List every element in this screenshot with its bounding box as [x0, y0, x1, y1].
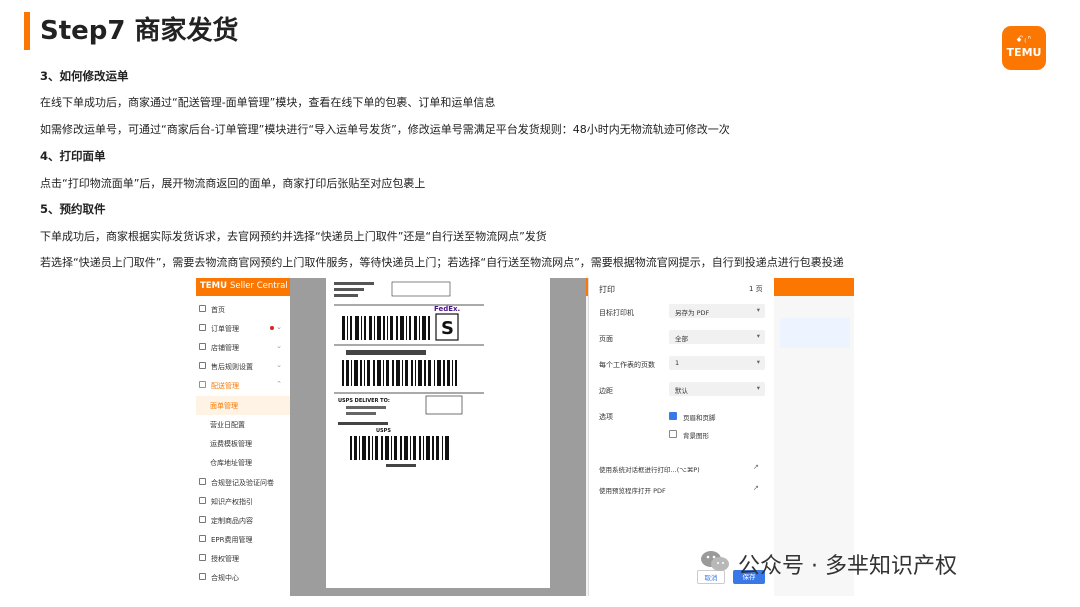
open-preview-link[interactable]: 使用预览程序打开 PDF: [599, 485, 666, 495]
aftersales-icon: [199, 362, 206, 369]
sidebar-item-authorization[interactable]: 授权管理: [196, 549, 290, 568]
sidebar-item-label-management[interactable]: 面单管理: [196, 396, 290, 415]
pages-label: 页面: [599, 335, 613, 343]
paragraph: 点击“打印物流面单”后，展开物流商返回的面单，商家打印后张贴至对应包裹上: [40, 177, 426, 190]
home-icon: [199, 305, 206, 312]
options-label: 选项: [599, 413, 613, 421]
sidebar-item-shipping-templates[interactable]: 运费模板管理: [196, 434, 290, 453]
printer-label: 目标打印机: [599, 309, 634, 317]
background-graphics-checkbox[interactable]: [669, 430, 677, 438]
page-count: 1 页: [749, 285, 763, 293]
compliance-icon: [199, 478, 206, 485]
pages-select[interactable]: 全部 ▾: [669, 330, 765, 344]
usps-label: USPS: [376, 428, 391, 434]
ip-icon: [199, 497, 206, 504]
store-icon: [199, 343, 206, 350]
chevron-down-icon: ⌄: [276, 323, 282, 331]
sidebar-item-orders[interactable]: 订单管理 ⌄: [196, 319, 290, 338]
print-title: 打印: [599, 285, 615, 294]
margins-select[interactable]: 默认 ▾: [669, 382, 765, 396]
background-graphics-label: 背景图形: [683, 432, 709, 440]
label-letter: S: [441, 318, 454, 339]
section-heading-print: 4、打印面单: [40, 149, 106, 163]
sidebar-item-business-days[interactable]: 营业日配置: [196, 415, 290, 434]
truck-icon: [199, 381, 206, 388]
chevron-down-icon: ⌄: [276, 361, 282, 369]
wechat-icon: [701, 551, 729, 571]
sidebar-item-warehouse[interactable]: 仓库地址管理: [196, 453, 290, 472]
headers-footers-checkbox[interactable]: [669, 412, 677, 420]
logo-icons: ꗃ₍ᐢ: [1016, 35, 1032, 45]
fedex-logo: FedEx.: [434, 305, 460, 313]
paragraph: 在线下单成功后，商家通过“配送管理-面单管理”模块，查看在线下单的包裹、订单和运…: [40, 96, 496, 109]
chevron-up-icon: ⌃: [276, 380, 282, 388]
shipping-label-page: FedEx. S USPS DELIVER TO: USPS: [326, 278, 550, 588]
custom-icon: [199, 516, 206, 523]
paragraph: 下单成功后，商家根据实际发货诉求，去官网预约并选择“快递员上门取件”还是“自行送…: [40, 230, 547, 243]
pages-per-sheet-select[interactable]: 1 ▾: [669, 356, 765, 370]
external-link-icon: ↗: [753, 484, 759, 492]
watermark-text: 公众号 · 多芈知识产权: [738, 554, 957, 579]
margins-label: 边距: [599, 387, 613, 395]
sidebar-item-compliance-register[interactable]: 合规登记及验证问卷: [196, 473, 290, 492]
usps-deliver-to: USPS DELIVER TO:: [338, 398, 390, 404]
sidebar-item-compliance-center[interactable]: 合规中心: [196, 568, 290, 587]
sidebar-item-aftersales[interactable]: 售后规则设置 ⌄: [196, 357, 290, 376]
sidebar-item-home[interactable]: 首页: [196, 300, 290, 319]
sidebar-item-delivery[interactable]: 配送管理 ⌃: [196, 376, 290, 395]
section-heading-modify: 3、如何修改运单: [40, 69, 129, 83]
notification-dot: [270, 326, 274, 330]
chevron-down-icon: ▾: [756, 306, 760, 314]
system-dialog-link[interactable]: 使用系统对话框进行打印...(⌥⌘P): [599, 464, 700, 474]
chevron-down-icon: ▾: [756, 358, 760, 366]
seller-brand: TEMU Seller Central: [200, 281, 288, 291]
logo-word: TEMU: [1006, 46, 1042, 59]
background-panel: [780, 318, 850, 348]
title-accent-bar: [24, 12, 30, 50]
print-preview: FedEx. S USPS DELIVER TO: USPS: [290, 278, 586, 596]
shipping-label: FedEx. S USPS DELIVER TO: USPS: [334, 281, 484, 467]
pages-per-sheet-label: 每个工作表的页数: [599, 361, 655, 369]
sidebar-item-epr[interactable]: EPR费用管理: [196, 530, 290, 549]
section-heading-pickup: 5、预约取件: [40, 202, 106, 216]
chevron-down-icon: ▾: [756, 384, 760, 392]
headers-footers-label: 页眉和页脚: [683, 414, 716, 422]
chevron-down-icon: ⌄: [276, 342, 282, 350]
epr-icon: [199, 535, 206, 542]
shield-icon: [199, 554, 206, 561]
paragraph: 如需修改运单号，可通过“商家后台-订单管理”模块进行“导入运单号发货”，修改运单…: [40, 123, 730, 136]
sidebar-item-ip-guide[interactable]: 知识产权指引: [196, 492, 290, 511]
printer-select[interactable]: 另存为 PDF ▾: [669, 304, 765, 318]
orders-icon: [199, 324, 206, 331]
compliance-center-icon: [199, 573, 206, 580]
background-topbar: [774, 278, 854, 296]
slide-title: Step7 商家发货: [40, 16, 239, 46]
sidebar-item-custom-products[interactable]: 定制商品内容: [196, 511, 290, 530]
chevron-down-icon: ▾: [756, 332, 760, 340]
temu-logo: ꗃ₍ᐢ TEMU: [1002, 26, 1046, 70]
sidebar-item-store[interactable]: 店铺管理 ⌄: [196, 338, 290, 357]
paragraph: 若选择“快递员上门取件”，需要去物流商官网预约上门取件服务，等待快递员上门；若选…: [40, 256, 844, 269]
external-link-icon: ↗: [753, 463, 759, 471]
wechat-watermark: 公众号 · 多芈知识产权: [700, 542, 1060, 582]
seller-sidebar: 首页 订单管理 ⌄ 店铺管理 ⌄ 售后规则设置 ⌄ 配送管理 ⌃ 面单管理 营业日配置 …: [196, 296, 290, 596]
